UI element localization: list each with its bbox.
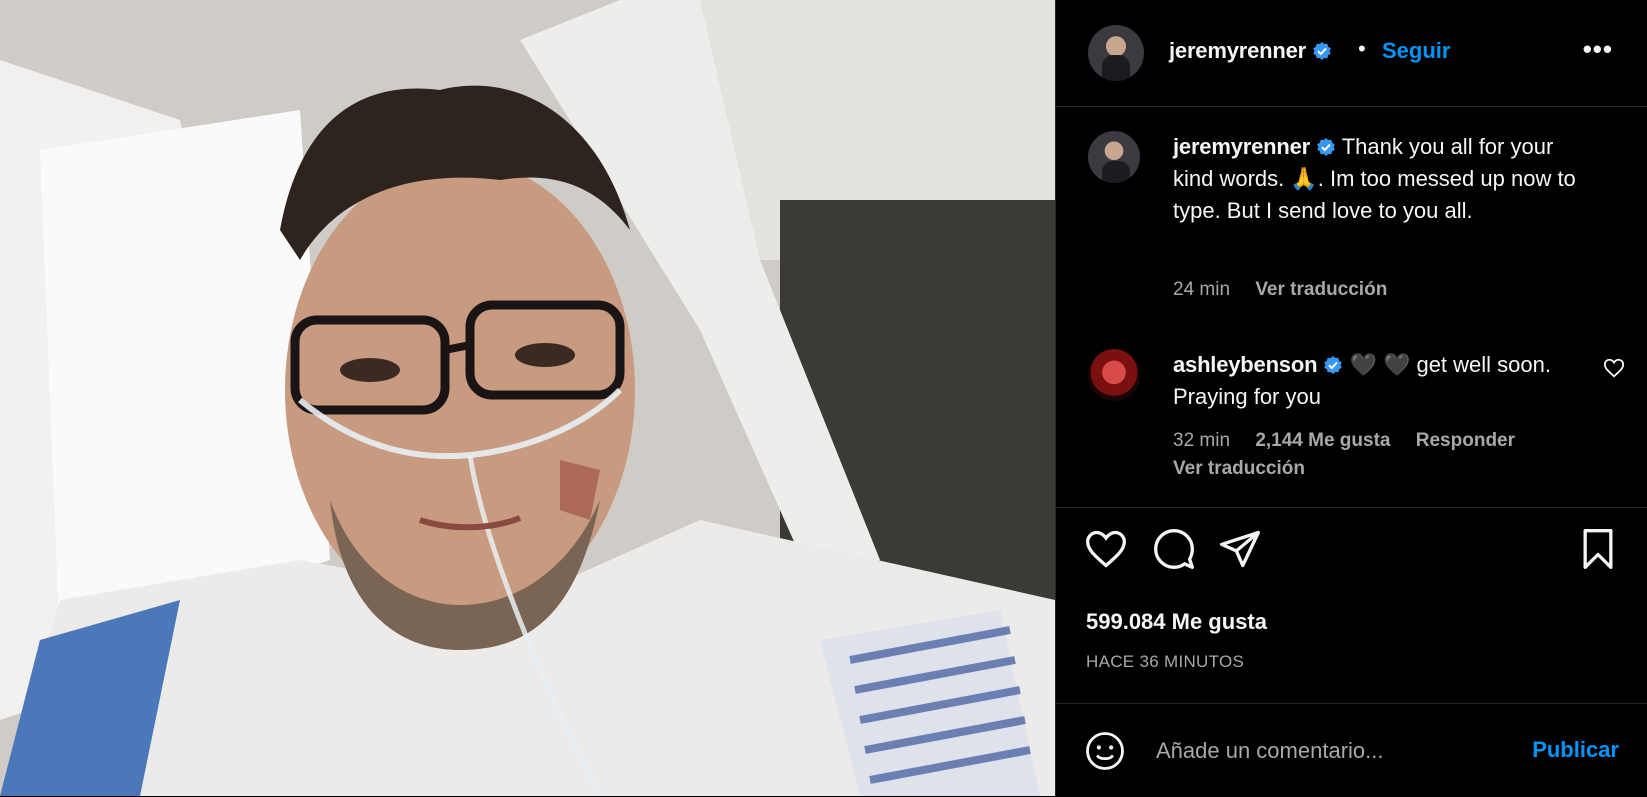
post-side-panel: jeremyrenner • Seguir ••• jeremyrenner T…	[1055, 0, 1647, 796]
comment-username[interactable]: jeremyrenner	[1173, 134, 1336, 159]
emoji-icon[interactable]	[1084, 730, 1126, 772]
comment-input[interactable]	[1154, 732, 1498, 770]
comment-avatar[interactable]	[1088, 131, 1140, 183]
comments-list: jeremyrenner Thank you all for your kind…	[1056, 107, 1647, 507]
comment-username-text[interactable]: ashleybenson	[1173, 352, 1318, 377]
author-username-text[interactable]: jeremyrenner	[1169, 38, 1306, 63]
comment-username-text[interactable]: jeremyrenner	[1173, 134, 1310, 159]
comment-meta: 24 min Ver traducción	[1173, 279, 1407, 301]
comment-body: jeremyrenner Thank you all for your kind…	[1173, 131, 1593, 227]
separator-dot: •	[1358, 36, 1366, 61]
comment-meta-translate: Ver traducción	[1173, 458, 1325, 480]
hospital-selfie-image	[0, 0, 1055, 796]
actions-divider	[1056, 507, 1647, 508]
comment-avatar[interactable]	[1088, 349, 1140, 401]
verified-badge-icon	[1324, 356, 1343, 374]
translate-link[interactable]: Ver traducción	[1255, 279, 1387, 300]
follow-button[interactable]: Seguir	[1382, 38, 1450, 64]
like-heart-icon[interactable]	[1084, 527, 1128, 571]
post-image[interactable]	[0, 0, 1055, 796]
post-actions	[1056, 527, 1647, 583]
publish-button[interactable]: Publicar	[1532, 737, 1619, 763]
reply-button[interactable]: Responder	[1416, 430, 1515, 451]
translate-link[interactable]: Ver traducción	[1173, 458, 1305, 479]
add-comment-bar: Publicar	[1056, 703, 1647, 797]
comment-meta: 32 min 2,144 Me gusta Responder	[1173, 430, 1535, 452]
verified-badge-icon	[1317, 138, 1335, 156]
share-paper-plane-icon[interactable]	[1218, 527, 1262, 571]
author-username[interactable]: jeremyrenner	[1169, 38, 1332, 64]
verified-badge-icon	[1313, 42, 1331, 60]
comment-username[interactable]: ashleybenson	[1173, 352, 1343, 377]
comment-time: 24 min	[1173, 279, 1231, 300]
comment-time: 32 min	[1173, 430, 1231, 451]
comment-likes[interactable]: 2,144 Me gusta	[1255, 430, 1390, 451]
more-options-icon[interactable]: •••	[1583, 34, 1613, 65]
author-avatar[interactable]	[1088, 25, 1144, 81]
save-bookmark-icon[interactable]	[1576, 527, 1620, 571]
post-header: jeremyrenner • Seguir •••	[1056, 0, 1647, 107]
post-likes-count[interactable]: 599.084 Me gusta	[1086, 609, 1267, 635]
like-comment-heart-icon[interactable]	[1603, 357, 1625, 379]
comment-body: ashleybenson 🖤 🖤 get well soon. Praying …	[1173, 349, 1573, 413]
post-timestamp: HACE 36 MINUTOS	[1086, 652, 1245, 671]
comment-bubble-icon[interactable]	[1152, 527, 1196, 571]
